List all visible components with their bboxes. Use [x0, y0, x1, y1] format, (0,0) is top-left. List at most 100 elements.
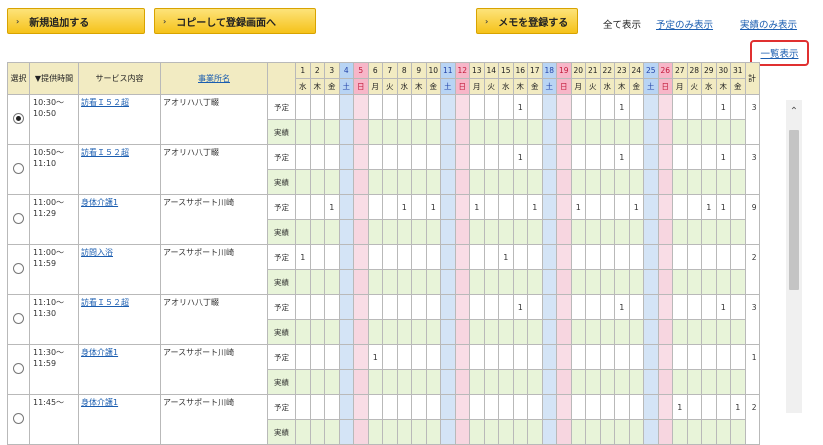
plan-day-cell[interactable]	[454, 394, 470, 420]
actual-day-cell[interactable]	[367, 319, 383, 345]
plan-day-cell[interactable]	[512, 394, 528, 420]
actual-day-cell[interactable]	[324, 269, 340, 295]
actual-day-cell[interactable]	[657, 369, 673, 395]
plan-day-cell[interactable]	[715, 344, 731, 370]
actual-day-cell[interactable]	[686, 419, 702, 445]
actual-day-cell[interactable]	[614, 419, 630, 445]
actual-day-cell[interactable]	[353, 369, 369, 395]
plan-day-cell[interactable]	[715, 394, 731, 420]
plan-day-cell[interactable]	[338, 394, 354, 420]
plan-day-cell[interactable]	[469, 94, 485, 120]
actual-day-cell[interactable]	[498, 169, 514, 195]
actual-day-cell[interactable]	[295, 369, 311, 395]
plan-day-cell[interactable]	[512, 194, 528, 220]
actual-day-cell[interactable]	[425, 119, 441, 145]
plan-day-cell[interactable]	[367, 294, 383, 320]
service-link[interactable]: 訪看Ｉ５２超	[81, 148, 129, 157]
plan-day-cell[interactable]	[338, 94, 354, 120]
actual-day-cell[interactable]	[425, 269, 441, 295]
actual-day-cell[interactable]	[556, 369, 572, 395]
plan-day-cell[interactable]	[411, 194, 427, 220]
actual-day-cell[interactable]	[527, 419, 543, 445]
actual-day-cell[interactable]	[498, 269, 514, 295]
plan-day-cell[interactable]	[643, 94, 659, 120]
actual-day-cell[interactable]	[367, 169, 383, 195]
actual-day-cell[interactable]	[512, 269, 528, 295]
plan-day-cell[interactable]: 1	[527, 194, 543, 220]
actual-day-cell[interactable]	[309, 219, 325, 245]
plan-day-cell[interactable]	[353, 394, 369, 420]
actual-day-cell[interactable]	[701, 269, 717, 295]
actual-day-cell[interactable]	[541, 369, 557, 395]
plan-day-cell[interactable]	[701, 144, 717, 170]
actual-day-cell[interactable]	[527, 119, 543, 145]
plan-day-cell[interactable]	[324, 144, 340, 170]
actual-day-cell[interactable]	[556, 319, 572, 345]
actual-day-cell[interactable]	[730, 219, 746, 245]
plan-day-cell[interactable]	[701, 394, 717, 420]
actual-day-cell[interactable]	[425, 369, 441, 395]
plan-day-cell[interactable]	[643, 344, 659, 370]
plan-day-cell[interactable]	[614, 394, 630, 420]
plan-day-cell[interactable]	[585, 294, 601, 320]
actual-day-cell[interactable]	[454, 269, 470, 295]
plan-day-cell[interactable]	[324, 94, 340, 120]
actual-day-cell[interactable]	[338, 419, 354, 445]
actual-day-cell[interactable]	[701, 219, 717, 245]
plan-day-cell[interactable]	[715, 244, 731, 270]
plan-day-cell[interactable]	[643, 244, 659, 270]
actual-day-cell[interactable]	[570, 269, 586, 295]
actual-day-cell[interactable]	[585, 369, 601, 395]
actual-day-cell[interactable]	[715, 419, 731, 445]
plan-day-cell[interactable]	[686, 344, 702, 370]
vertical-scrollbar[interactable]: ⌃	[786, 100, 802, 413]
plan-day-cell[interactable]	[556, 194, 572, 220]
plan-day-cell[interactable]	[570, 94, 586, 120]
plan-day-cell[interactable]	[324, 344, 340, 370]
plan-day-cell[interactable]	[353, 94, 369, 120]
actual-day-cell[interactable]	[309, 419, 325, 445]
plan-day-cell[interactable]	[672, 94, 688, 120]
plan-day-cell[interactable]	[541, 94, 557, 120]
actual-day-cell[interactable]	[556, 169, 572, 195]
plan-day-cell[interactable]	[599, 244, 615, 270]
actual-day-cell[interactable]	[672, 119, 688, 145]
service-link[interactable]: 訪看Ｉ５２超	[81, 98, 129, 107]
plan-day-cell[interactable]	[585, 244, 601, 270]
plan-day-cell[interactable]	[324, 394, 340, 420]
plan-day-cell[interactable]	[556, 294, 572, 320]
actual-day-cell[interactable]	[324, 419, 340, 445]
plan-day-cell[interactable]	[396, 244, 412, 270]
plan-day-cell[interactable]	[570, 294, 586, 320]
actual-day-cell[interactable]	[585, 119, 601, 145]
actual-day-cell[interactable]	[512, 119, 528, 145]
plan-day-cell[interactable]	[585, 194, 601, 220]
plan-day-cell[interactable]	[686, 394, 702, 420]
plan-day-cell[interactable]	[512, 344, 528, 370]
plan-day-cell[interactable]	[382, 194, 398, 220]
plan-day-cell[interactable]	[425, 344, 441, 370]
actual-day-cell[interactable]	[701, 419, 717, 445]
plan-day-cell[interactable]	[527, 94, 543, 120]
plan-day-cell[interactable]	[396, 394, 412, 420]
actual-day-cell[interactable]	[701, 169, 717, 195]
row-select-radio[interactable]	[13, 263, 24, 274]
plan-day-cell[interactable]: 1	[614, 94, 630, 120]
plan-day-cell[interactable]	[295, 94, 311, 120]
plan-day-cell[interactable]	[527, 244, 543, 270]
actual-day-cell[interactable]	[570, 369, 586, 395]
plan-day-cell[interactable]	[309, 294, 325, 320]
actual-day-cell[interactable]	[512, 319, 528, 345]
plan-day-cell[interactable]	[512, 244, 528, 270]
actual-day-cell[interactable]	[541, 219, 557, 245]
actual-day-cell[interactable]	[309, 119, 325, 145]
actual-day-cell[interactable]	[411, 319, 427, 345]
plan-day-cell[interactable]	[570, 394, 586, 420]
actual-day-cell[interactable]	[657, 319, 673, 345]
row-select-radio[interactable]	[13, 163, 24, 174]
plan-day-cell[interactable]	[614, 344, 630, 370]
actual-day-cell[interactable]	[324, 369, 340, 395]
actual-day-cell[interactable]	[512, 419, 528, 445]
actual-day-cell[interactable]	[570, 319, 586, 345]
actual-day-cell[interactable]	[454, 369, 470, 395]
